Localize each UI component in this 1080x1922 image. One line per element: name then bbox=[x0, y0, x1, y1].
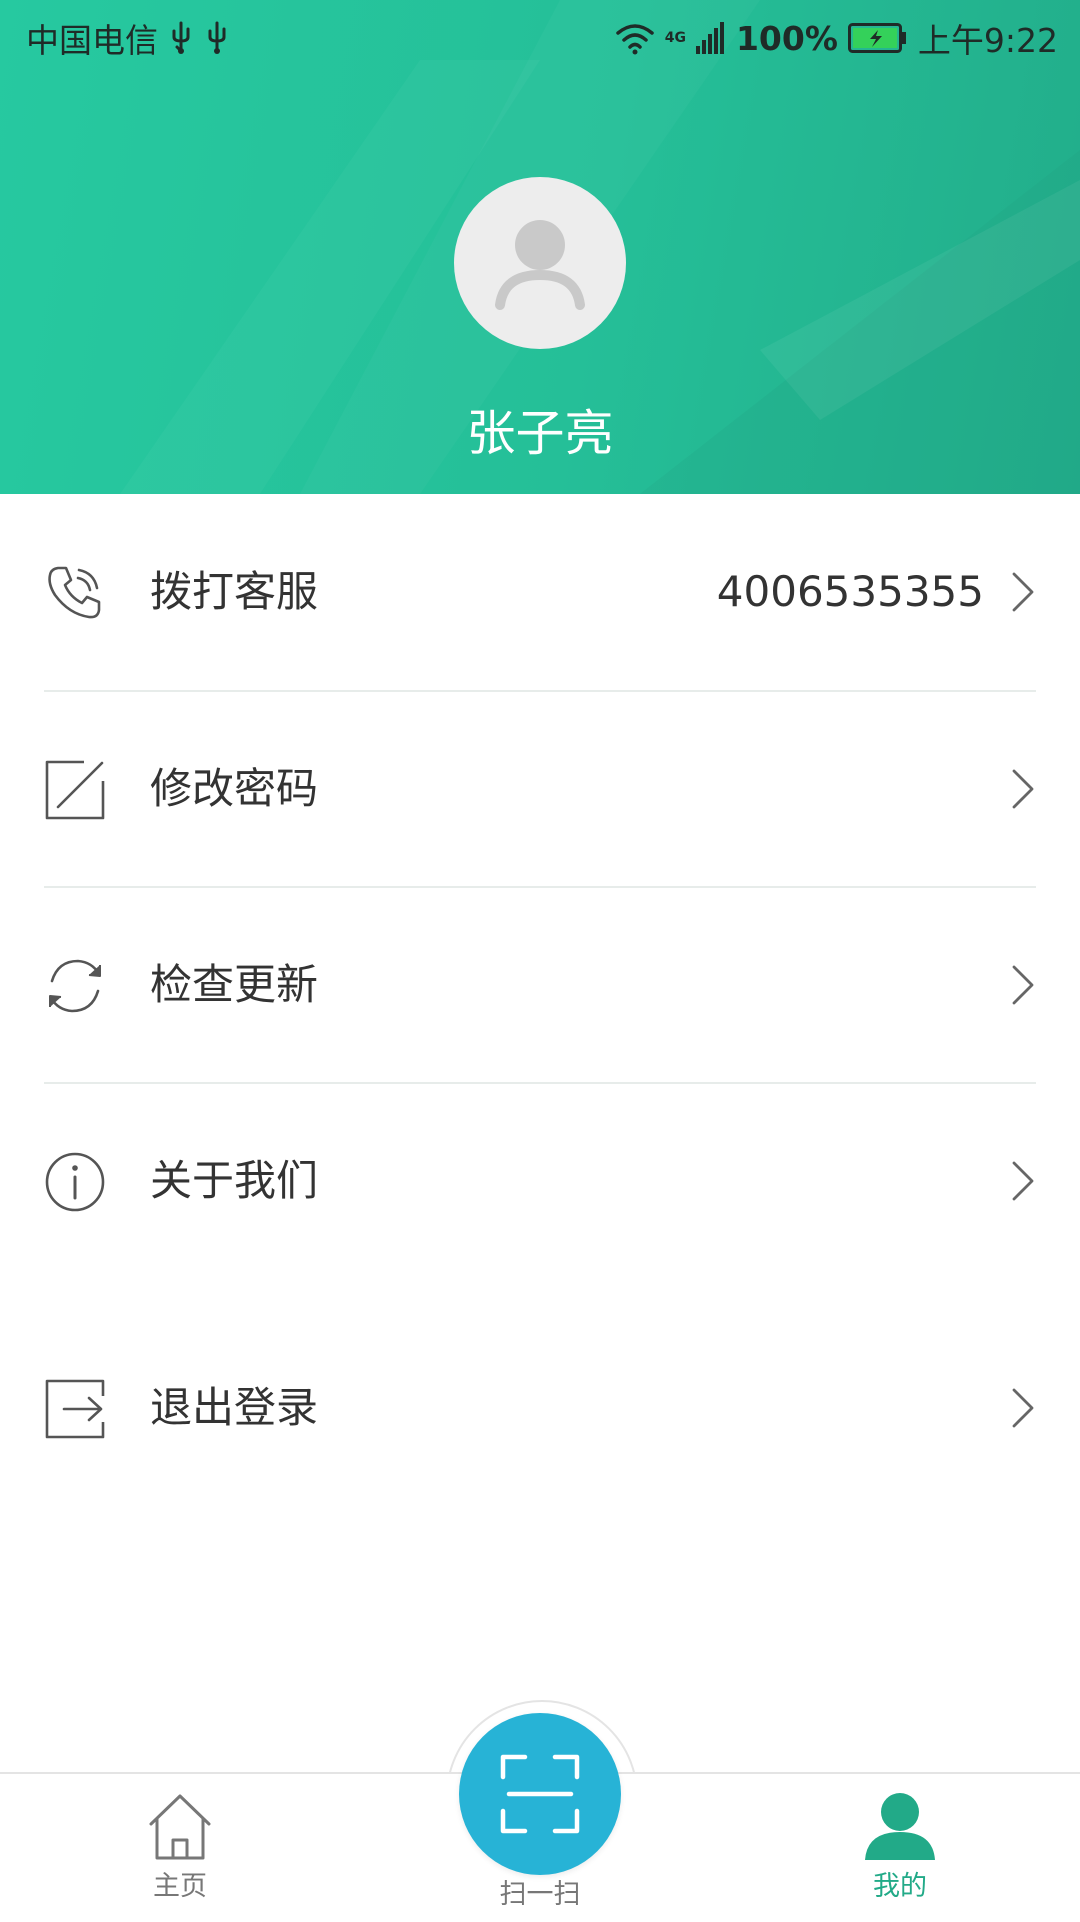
wifi-icon bbox=[615, 24, 654, 55]
chevron-right-icon bbox=[1012, 572, 1034, 612]
usb-debug-icon bbox=[208, 21, 226, 54]
chevron-right-icon bbox=[1012, 1388, 1034, 1428]
chevron-right-icon bbox=[1012, 965, 1034, 1005]
menu-label: 拨打客服 bbox=[150, 567, 319, 616]
menu-label: 关于我们 bbox=[150, 1156, 319, 1205]
menu-item-logout[interactable]: 退出登录 bbox=[0, 1310, 1080, 1506]
profile-header: 中国电信 4G 100% 上午9:22 张子亮 bbox=[0, 0, 1080, 494]
scan-button[interactable] bbox=[459, 1713, 621, 1875]
usb-icon bbox=[172, 21, 190, 54]
service-phone-number: 4006535355 bbox=[716, 567, 984, 616]
nav-me[interactable]: 我的 bbox=[810, 1774, 990, 1922]
chevron-right-icon bbox=[1012, 1161, 1034, 1201]
home-icon bbox=[149, 1794, 211, 1860]
scan-icon bbox=[500, 1754, 580, 1834]
battery-percent: 100% bbox=[735, 18, 838, 58]
edit-icon bbox=[45, 760, 105, 820]
status-bar: 中国电信 4G 100% 上午9:22 bbox=[0, 0, 1080, 76]
status-right: 4G 100% 上午9:22 bbox=[615, 14, 1058, 62]
nav-scan-label: 扫一扫 bbox=[499, 1879, 581, 1910]
status-left: 中国电信 bbox=[26, 14, 230, 62]
user-icon bbox=[865, 1793, 935, 1860]
nav-me-label: 我的 bbox=[873, 1871, 927, 1902]
carrier-name: 中国电信 bbox=[26, 21, 158, 60]
battery-charging-icon bbox=[847, 23, 906, 53]
nav-home[interactable]: 主页 bbox=[90, 1774, 270, 1922]
phone-icon bbox=[48, 566, 101, 619]
nav-home-label: 主页 bbox=[153, 1871, 207, 1902]
menu-item-call-service[interactable]: 拨打客服 4006535355 bbox=[0, 494, 1080, 690]
default-avatar-icon bbox=[495, 220, 585, 310]
avatar[interactable] bbox=[454, 177, 626, 349]
user-name: 张子亮 bbox=[466, 405, 614, 462]
menu-item-about-us[interactable]: 关于我们 bbox=[0, 1083, 1080, 1279]
network-type: 4G bbox=[664, 30, 686, 46]
chevron-right-icon bbox=[1012, 769, 1034, 809]
info-icon bbox=[45, 1152, 105, 1212]
clock-time: 上午9:22 bbox=[917, 21, 1058, 60]
signal-icon bbox=[695, 22, 724, 54]
refresh-icon bbox=[49, 959, 101, 1013]
menu-label: 检查更新 bbox=[150, 960, 319, 1009]
menu-label: 退出登录 bbox=[150, 1383, 319, 1432]
menu-item-change-password[interactable]: 修改密码 bbox=[0, 691, 1080, 887]
menu-label: 修改密码 bbox=[150, 764, 319, 813]
logout-icon bbox=[45, 1379, 105, 1439]
menu-item-check-update[interactable]: 检查更新 bbox=[0, 887, 1080, 1083]
